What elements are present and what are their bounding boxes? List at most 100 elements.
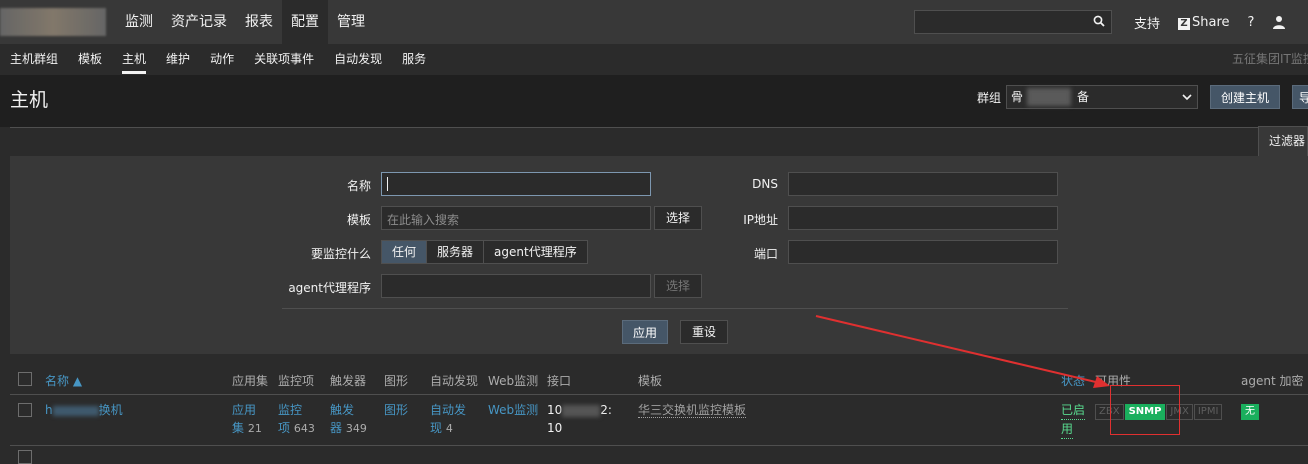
share-link[interactable]: Z Share <box>1178 15 1230 30</box>
status-label-2: 用 <box>1061 420 1074 439</box>
server-name: 五征集团IT监控 <box>1232 52 1308 66</box>
select-all-checkbox[interactable] <box>18 372 32 386</box>
monitor-label: 要监控什么 <box>310 247 371 261</box>
col-name[interactable]: 名称 ▲ <box>45 372 82 389</box>
col-status[interactable]: 状态 <box>1061 372 1085 389</box>
row-checkbox[interactable] <box>18 403 32 417</box>
monitor-option-agent[interactable]: agent代理程序 <box>484 241 587 263</box>
template-link[interactable]: 华三交换机监控模板 <box>638 401 747 419</box>
discovery-label: 自动发 <box>430 403 467 417</box>
ipmi-badge: IPMI <box>1193 403 1223 420</box>
global-search-input[interactable] <box>914 10 1112 34</box>
dns-label: DNS <box>752 177 778 191</box>
col-discovery: 自动发现 <box>430 374 479 388</box>
interface-line2-start: 10 <box>547 421 563 435</box>
menu-reports[interactable]: 报表 <box>236 0 282 44</box>
items-label: 监控 <box>278 403 303 417</box>
col-templates: 模板 <box>638 374 663 388</box>
import-button[interactable]: 导 <box>1292 85 1308 109</box>
subnav-actions[interactable]: 动作 <box>200 44 244 75</box>
sub-navigation-bar: 主机群组 模板 主机 维护 动作 关联项事件 自动发现 服务 五征集团IT监控 <box>0 44 1308 75</box>
subnav-correlation[interactable]: 关联项事件 <box>244 44 324 75</box>
monitor-option-any[interactable]: 任何 <box>382 241 428 263</box>
port-input[interactable] <box>788 240 1058 264</box>
monitor-segmented-control: 任何 服务器 agent代理程序 <box>381 240 588 264</box>
group-select[interactable]: 骨 备 <box>1006 85 1198 109</box>
interface-cell: 10 2: 10 <box>547 401 612 437</box>
main-menu: 监测 资产记录 报表 配置 管理 <box>116 0 374 44</box>
col-triggers: 触发器 <box>330 374 367 388</box>
encryption-none-badge: 无 <box>1241 403 1259 420</box>
col-applications: 应用集 <box>232 374 269 388</box>
menu-inventory[interactable]: 资产记录 <box>162 0 236 44</box>
name-input[interactable] <box>381 172 651 196</box>
monitor-option-server[interactable]: 服务器 <box>427 241 485 263</box>
subnav-templates[interactable]: 模板 <box>68 44 112 75</box>
group-label: 群组 <box>977 91 1002 105</box>
template-select-button[interactable]: 选择 <box>654 206 702 230</box>
triggers-link[interactable]: 触发 器 349 <box>330 401 367 438</box>
user-profile-icon[interactable] <box>1272 15 1286 29</box>
redacted-blur <box>52 405 99 416</box>
template-input[interactable]: 在此输入搜索 <box>381 206 651 230</box>
applications-count: 21 <box>247 422 262 435</box>
applications-label-2: 集 <box>232 421 245 435</box>
share-label: Share <box>1192 14 1230 30</box>
annotation-highlight-box <box>1110 385 1180 435</box>
template-label: 模板 <box>346 213 371 227</box>
host-name-link[interactable]: h 换机 <box>45 401 123 419</box>
dns-input[interactable] <box>788 172 1058 196</box>
search-icon[interactable] <box>1093 15 1105 27</box>
graphs-link[interactable]: 图形 <box>384 401 408 419</box>
items-link[interactable]: 监控 项 643 <box>278 401 315 438</box>
menu-monitoring[interactable]: 监测 <box>116 0 162 44</box>
template-name: 华三交换机监控模板 <box>638 403 747 418</box>
host-name-start: h <box>45 403 53 417</box>
interface-line1-end: 2: <box>600 403 612 417</box>
redacted-blur <box>562 404 601 417</box>
page-title: 主机 <box>10 89 49 111</box>
status-enabled[interactable]: 已启 用 <box>1061 401 1086 439</box>
name-label: 名称 <box>346 179 371 193</box>
apply-button[interactable]: 应用 <box>622 320 668 344</box>
web-link[interactable]: Web监测 <box>488 401 538 419</box>
items-count: 643 <box>293 422 315 435</box>
top-links: 支持 Z Share ? <box>1134 0 1286 44</box>
help-link[interactable]: ? <box>1248 15 1255 30</box>
discovery-label-2: 现 <box>430 421 443 435</box>
col-graphs: 图形 <box>384 374 409 388</box>
agent-proxy-label: agent代理程序 <box>288 281 371 295</box>
col-interface: 接口 <box>547 374 572 388</box>
discovery-link[interactable]: 自动发 现 4 <box>430 401 466 438</box>
triggers-label: 触发 <box>330 403 355 417</box>
subnav-discovery[interactable]: 自动发现 <box>324 44 392 75</box>
table-row-partial <box>10 446 1308 464</box>
group-value-prefix: 骨 <box>1011 90 1024 104</box>
subnav-hosts[interactable]: 主机 <box>112 44 156 75</box>
interface-line1-start: 10 <box>547 403 563 417</box>
col-web: Web监测 <box>488 374 539 388</box>
agent-proxy-input[interactable] <box>381 274 651 298</box>
redacted-blur <box>1027 88 1071 106</box>
reset-button[interactable]: 重设 <box>680 320 728 344</box>
menu-configuration[interactable]: 配置 <box>282 0 328 44</box>
support-link[interactable]: 支持 <box>1134 13 1160 32</box>
create-host-button[interactable]: 创建主机 <box>1210 85 1280 109</box>
page-header: 主机 群组 骨 备 创建主机 导 <box>0 75 1308 127</box>
chevron-down-icon <box>1182 94 1192 101</box>
logo[interactable] <box>0 8 106 36</box>
zabbix-share-icon: Z <box>1178 17 1191 30</box>
header-divider <box>10 127 1308 128</box>
menu-administration[interactable]: 管理 <box>328 0 374 44</box>
applications-link[interactable]: 应用 集 21 <box>232 401 262 438</box>
subnav-services[interactable]: 服务 <box>392 44 436 75</box>
filter-divider <box>282 308 1068 309</box>
ip-input[interactable] <box>788 206 1058 230</box>
subnav-host-groups[interactable]: 主机群组 <box>0 44 68 75</box>
subnav-maintenance[interactable]: 维护 <box>156 44 200 75</box>
row-checkbox[interactable] <box>18 450 32 464</box>
agent-proxy-select-button[interactable]: 选择 <box>654 274 702 298</box>
triggers-count: 349 <box>345 422 367 435</box>
filter-tab[interactable]: 过滤器 <box>1258 126 1308 156</box>
filter-panel: 名称 模板 在此输入搜索 选择 要监控什么 任何 服务器 agent代理程序 a… <box>10 156 1308 354</box>
